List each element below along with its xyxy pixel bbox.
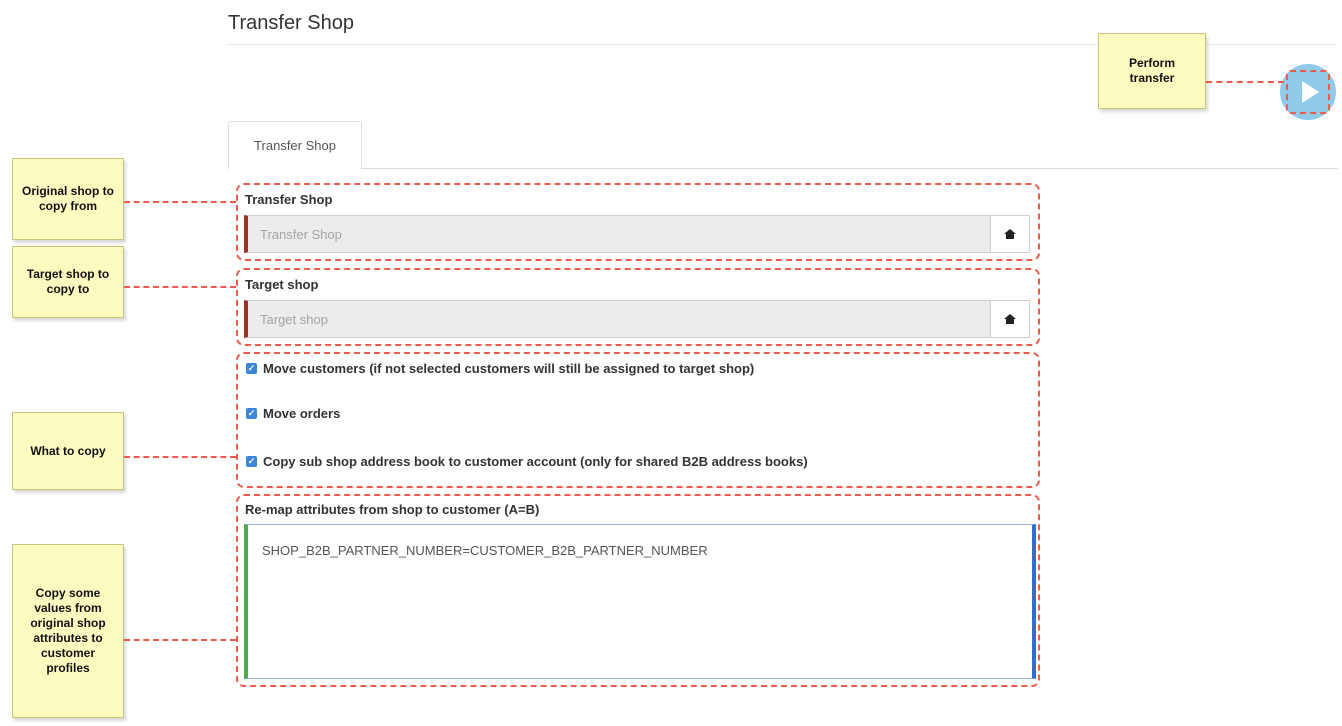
option-move-customers[interactable]: ✓ Move customers (if not selected custom…	[246, 361, 754, 376]
tab-transfer-shop[interactable]: Transfer Shop	[228, 121, 362, 169]
target-shop-label: Target shop	[245, 277, 319, 292]
option-move-orders[interactable]: ✓ Move orders	[246, 406, 340, 421]
transfer-shop-field	[244, 215, 1030, 253]
target-shop-field	[244, 300, 1030, 338]
annotation-highlight-run	[1286, 70, 1330, 114]
option-copy-address-book[interactable]: ✓ Copy sub shop address book to customer…	[246, 454, 808, 469]
transfer-shop-label: Transfer Shop	[245, 192, 333, 207]
annotation-note-target: Target shop to copy to	[12, 246, 124, 318]
annotation-note-original: Original shop to copy from	[12, 158, 124, 240]
option-label: Move orders	[263, 406, 341, 421]
annotation-note-perform: Perform transfer	[1098, 33, 1206, 109]
target-shop-input[interactable]	[248, 301, 990, 337]
option-label: Move customers (if not selected customer…	[263, 361, 755, 376]
home-icon	[1004, 229, 1016, 239]
annotation-note-copy-values: Copy some values from original shop attr…	[12, 544, 124, 718]
home-icon	[1004, 314, 1016, 324]
annotation-connector	[124, 201, 236, 203]
annotation-connector	[124, 286, 236, 288]
remap-textarea[interactable]: SHOP_B2B_PARTNER_NUMBER=CUSTOMER_B2B_PAR…	[244, 524, 1036, 679]
option-label: Copy sub shop address book to customer a…	[263, 454, 808, 469]
target-shop-select-button[interactable]	[990, 301, 1029, 337]
checkbox[interactable]: ✓	[246, 408, 257, 419]
annotation-note-what: What to copy	[12, 412, 124, 490]
transfer-shop-input[interactable]	[248, 216, 990, 252]
checkbox[interactable]: ✓	[246, 456, 257, 467]
annotation-connector	[124, 639, 236, 641]
annotation-connector	[1206, 81, 1284, 83]
checkbox[interactable]: ✓	[246, 363, 257, 374]
page-title: Transfer Shop	[228, 12, 354, 34]
annotation-connector	[124, 456, 236, 458]
tab-bar-line	[362, 168, 1338, 169]
transfer-shop-select-button[interactable]	[990, 216, 1029, 252]
remap-label: Re-map attributes from shop to customer …	[245, 502, 540, 517]
